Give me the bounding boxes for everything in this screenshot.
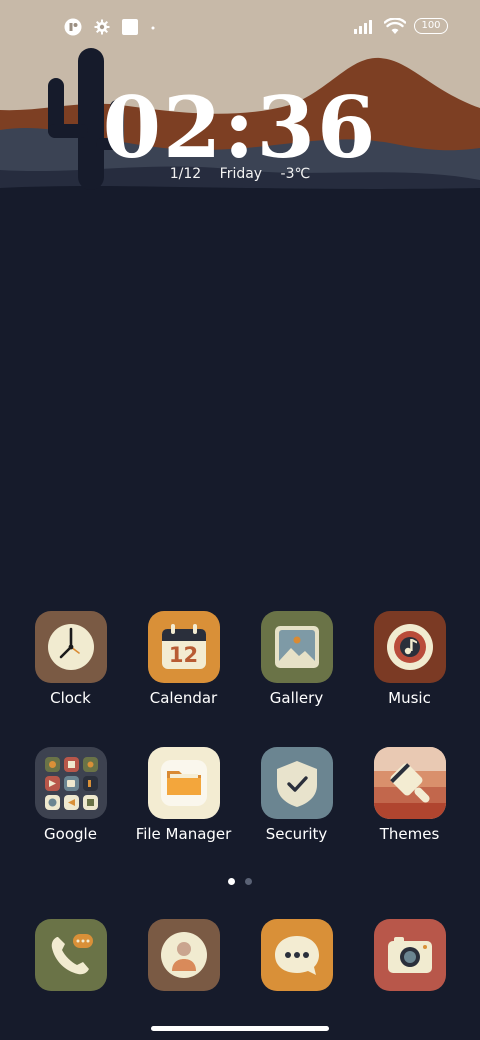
app-themes[interactable]: Themes: [353, 747, 466, 843]
app-label-clock: Clock: [50, 689, 91, 707]
app-label-security: Security: [265, 825, 328, 843]
settings-gear-icon: [94, 19, 110, 35]
app-music[interactable]: Music: [353, 611, 466, 707]
app-label-themes: Themes: [379, 825, 440, 843]
status-bar-system: 100: [354, 18, 448, 34]
status-bar-notifications: [64, 18, 156, 36]
dot-icon: [151, 26, 155, 30]
app-folder-google[interactable]: Google: [14, 747, 127, 843]
gallery-icon: [260, 611, 333, 683]
app-label-music: Music: [388, 689, 431, 707]
weekday-text: Friday: [219, 166, 263, 182]
signal-bars-icon: [354, 20, 372, 34]
dock-phone[interactable]: [14, 919, 127, 991]
app-label-google: Google: [44, 825, 97, 843]
music-icon: [373, 611, 446, 683]
clock-widget-date[interactable]: 1/12 Friday -3℃: [0, 166, 480, 182]
page-dot-2[interactable]: [245, 878, 252, 885]
app-label-calendar: Calendar: [149, 689, 218, 707]
camera-icon: [373, 919, 446, 991]
date-text: 1/12: [169, 166, 202, 182]
folder-icon: [147, 747, 220, 819]
gesture-navigation-bar[interactable]: [151, 1026, 329, 1031]
dock-camera[interactable]: [353, 919, 466, 991]
page-indicator[interactable]: [0, 878, 480, 885]
phone-icon: [34, 919, 107, 991]
app-calendar[interactable]: 12 Calendar: [127, 611, 240, 707]
app-notification-icon: [64, 18, 82, 36]
contacts-icon: [147, 919, 220, 991]
temperature-text: -3℃: [280, 166, 311, 182]
dock-messages[interactable]: [240, 919, 353, 991]
page-dot-1[interactable]: [228, 878, 235, 885]
app-security[interactable]: Security: [240, 747, 353, 843]
calendar-icon: 12: [147, 611, 220, 683]
google-folder-icon: [34, 747, 107, 819]
square-notification-icon: [122, 19, 138, 35]
shield-check-icon: [260, 747, 333, 819]
app-gallery[interactable]: Gallery: [240, 611, 353, 707]
paintbrush-icon: [373, 747, 446, 819]
app-clock[interactable]: Clock: [14, 611, 127, 707]
clock-widget-time[interactable]: 02:36: [0, 80, 480, 176]
battery-level: 100: [421, 20, 441, 31]
wifi-icon: [384, 18, 406, 34]
dock-contacts[interactable]: [127, 919, 240, 991]
clock-icon: [34, 611, 107, 683]
message-icon: [260, 919, 333, 991]
app-label-file-manager: File Manager: [135, 825, 232, 843]
battery-icon: 100: [414, 18, 448, 34]
status-bar: 100: [0, 0, 480, 56]
calendar-day-number: 12: [168, 643, 199, 667]
app-file-manager[interactable]: File Manager: [127, 747, 240, 843]
app-label-gallery: Gallery: [269, 689, 324, 707]
